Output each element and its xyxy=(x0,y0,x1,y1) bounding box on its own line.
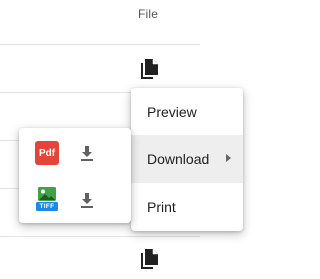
pdf-icon: Pdf xyxy=(35,141,59,165)
menu-item-download[interactable]: Download xyxy=(131,135,243,183)
file-context-menu: Preview Download Print xyxy=(131,88,243,231)
row-divider xyxy=(0,44,200,45)
menu-item-label: Preview xyxy=(147,104,197,120)
download-submenu: Pdf TIFF xyxy=(19,128,131,223)
menu-item-label: Download xyxy=(147,151,210,167)
download-icon[interactable] xyxy=(77,143,97,163)
download-option-tiff[interactable]: TIFF xyxy=(19,177,131,223)
download-icon[interactable] xyxy=(77,190,97,210)
pdf-icon-label: Pdf xyxy=(38,147,56,159)
menu-item-label: Print xyxy=(147,199,176,215)
file-column-header: File xyxy=(138,7,159,21)
file-icon[interactable] xyxy=(138,57,160,81)
tiff-icon-label: TIFF xyxy=(39,202,55,210)
menu-item-preview[interactable]: Preview xyxy=(131,88,243,136)
row-divider xyxy=(0,236,200,237)
download-option-pdf[interactable]: Pdf xyxy=(19,130,131,176)
menu-item-print[interactable]: Print xyxy=(131,183,243,231)
file-icon[interactable] xyxy=(138,247,160,271)
submenu-arrow-icon xyxy=(226,154,231,162)
